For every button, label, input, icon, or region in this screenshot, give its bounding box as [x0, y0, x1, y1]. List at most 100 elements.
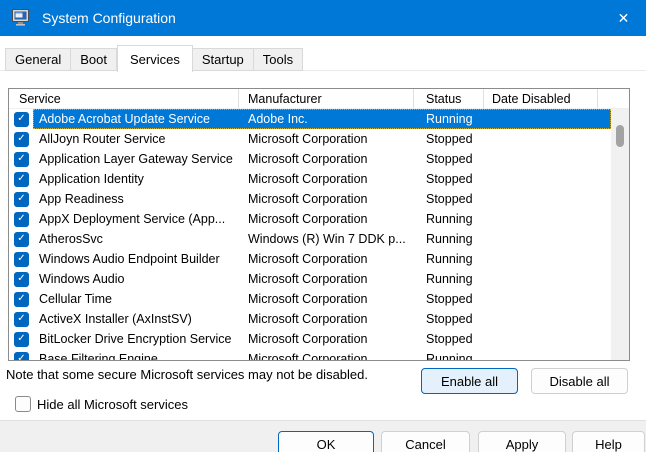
- cell-status: Stopped: [414, 152, 484, 166]
- msconfig-app-icon: [12, 9, 32, 27]
- table-row[interactable]: ✓ AllJoyn Router ServiceMicrosoft Corpora…: [9, 129, 629, 149]
- cell-status: Running: [414, 352, 484, 361]
- cell-service: ActiveX Installer (AxInstSV): [33, 312, 239, 326]
- tab-strip: GeneralBootServicesStartupTools: [5, 44, 303, 71]
- enable-all-button[interactable]: Enable all: [421, 368, 518, 394]
- table-row[interactable]: ✓ BitLocker Drive Encryption ServiceMicro…: [9, 329, 629, 349]
- service-checkbox[interactable]: ✓: [14, 232, 29, 247]
- checkmark-icon: ✓: [17, 274, 25, 284]
- service-checkbox[interactable]: ✓: [14, 192, 29, 207]
- service-checkbox[interactable]: ✓: [14, 152, 29, 167]
- row-body[interactable]: Windows AudioMicrosoft CorporationRunnin…: [33, 269, 611, 289]
- cell-status: Stopped: [414, 132, 484, 146]
- checkmark-icon: ✓: [17, 234, 25, 244]
- table-row[interactable]: ✓ AtherosSvcWindows (R) Win 7 DDK p...Run…: [9, 229, 629, 249]
- table-row[interactable]: ✓ Application Layer Gateway ServiceMicros…: [9, 149, 629, 169]
- column-header-service[interactable]: Service: [9, 89, 239, 108]
- cancel-button[interactable]: Cancel: [381, 431, 470, 452]
- checkbox-cell: ✓: [9, 132, 33, 147]
- cell-status: Running: [414, 112, 484, 126]
- ok-button[interactable]: OK: [278, 431, 374, 452]
- checkbox-cell: ✓: [9, 212, 33, 227]
- checkmark-icon: ✓: [17, 194, 25, 204]
- checkmark-icon: ✓: [17, 294, 25, 304]
- row-body[interactable]: Base Filtering EngineMicrosoft Corporati…: [33, 349, 611, 361]
- checkbox-cell: ✓: [9, 172, 33, 187]
- table-header: Service Manufacturer Status Date Disable…: [9, 89, 629, 109]
- cell-status: Running: [414, 212, 484, 226]
- table-row[interactable]: ✓ Base Filtering EngineMicrosoft Corporat…: [9, 349, 629, 361]
- table-row[interactable]: ✓ App ReadinessMicrosoft CorporationStopp…: [9, 189, 629, 209]
- cell-service: Cellular Time: [33, 292, 239, 306]
- vertical-scrollbar[interactable]: [611, 109, 629, 360]
- row-body[interactable]: AtherosSvcWindows (R) Win 7 DDK p...Runn…: [33, 229, 611, 249]
- cell-service: Application Layer Gateway Service: [33, 152, 239, 166]
- selected-row-body[interactable]: Adobe Acrobat Update ServiceAdobe Inc.Ru…: [33, 109, 611, 129]
- cell-service: Adobe Acrobat Update Service: [33, 112, 239, 126]
- help-button[interactable]: Help: [572, 431, 645, 452]
- service-checkbox[interactable]: ✓: [14, 272, 29, 287]
- row-body[interactable]: Application Layer Gateway ServiceMicroso…: [33, 149, 611, 169]
- checkbox-cell: ✓: [9, 312, 33, 327]
- tab-services[interactable]: Services: [117, 45, 193, 72]
- service-checkbox[interactable]: ✓: [14, 292, 29, 307]
- apply-button[interactable]: Apply: [478, 431, 566, 452]
- row-body[interactable]: Application IdentityMicrosoft Corporatio…: [33, 169, 611, 189]
- row-body[interactable]: ActiveX Installer (AxInstSV)Microsoft Co…: [33, 309, 611, 329]
- tab-startup[interactable]: Startup: [193, 48, 254, 71]
- hide-microsoft-services-checkbox[interactable]: [15, 396, 31, 412]
- row-body[interactable]: Windows Audio Endpoint BuilderMicrosoft …: [33, 249, 611, 269]
- checkbox-cell: ✓: [9, 292, 33, 307]
- table-row[interactable]: ✓ Cellular TimeMicrosoft CorporationStopp…: [9, 289, 629, 309]
- service-checkbox[interactable]: ✓: [14, 312, 29, 327]
- service-checkbox[interactable]: ✓: [14, 132, 29, 147]
- table-row[interactable]: ✓ Windows Audio Endpoint BuilderMicrosoft…: [9, 249, 629, 269]
- checkbox-cell: ✓: [9, 112, 33, 127]
- table-row[interactable]: ✓ Windows AudioMicrosoft CorporationRunni…: [9, 269, 629, 289]
- row-body[interactable]: AllJoyn Router ServiceMicrosoft Corporat…: [33, 129, 611, 149]
- table-row[interactable]: ✓ AppX Deployment Service (App...Microsof…: [9, 209, 629, 229]
- checkbox-cell: ✓: [9, 232, 33, 247]
- tab-boot[interactable]: Boot: [71, 48, 117, 71]
- checkmark-icon: ✓: [17, 174, 25, 184]
- table-row[interactable]: ✓ Application IdentityMicrosoft Corporati…: [9, 169, 629, 189]
- cell-status: Stopped: [414, 292, 484, 306]
- table-row[interactable]: ✓ ActiveX Installer (AxInstSV)Microsoft C…: [9, 309, 629, 329]
- row-body[interactable]: Cellular TimeMicrosoft CorporationStoppe…: [33, 289, 611, 309]
- tab-tools[interactable]: Tools: [254, 48, 303, 71]
- cell-manufacturer: Microsoft Corporation: [239, 192, 414, 206]
- disable-all-button[interactable]: Disable all: [531, 368, 628, 394]
- cell-status: Stopped: [414, 172, 484, 186]
- checkmark-icon: ✓: [17, 114, 25, 124]
- hide-microsoft-services-label: Hide all Microsoft services: [37, 397, 188, 412]
- checkmark-icon: ✓: [17, 314, 25, 324]
- table-row[interactable]: ✓ Adobe Acrobat Update ServiceAdobe Inc.R…: [9, 109, 629, 129]
- services-listbox: Service Manufacturer Status Date Disable…: [8, 88, 630, 361]
- cell-manufacturer: Microsoft Corporation: [239, 272, 414, 286]
- cell-service: AllJoyn Router Service: [33, 132, 239, 146]
- cell-status: Running: [414, 252, 484, 266]
- service-checkbox[interactable]: ✓: [14, 252, 29, 267]
- service-checkbox[interactable]: ✓: [14, 212, 29, 227]
- cell-manufacturer: Microsoft Corporation: [239, 212, 414, 226]
- row-body[interactable]: App ReadinessMicrosoft CorporationStoppe…: [33, 189, 611, 209]
- row-body[interactable]: BitLocker Drive Encryption ServiceMicros…: [33, 329, 611, 349]
- close-icon[interactable]: ✕: [601, 0, 646, 36]
- scrollbar-thumb[interactable]: [616, 125, 624, 147]
- cell-manufacturer: Microsoft Corporation: [239, 332, 414, 346]
- checkbox-cell: ✓: [9, 352, 33, 362]
- checkmark-icon: ✓: [17, 334, 25, 344]
- service-checkbox[interactable]: ✓: [14, 332, 29, 347]
- checkbox-cell: ✓: [9, 192, 33, 207]
- tab-general[interactable]: General: [5, 48, 71, 71]
- cell-status: Stopped: [414, 312, 484, 326]
- checkbox-cell: ✓: [9, 272, 33, 287]
- cell-manufacturer: Microsoft Corporation: [239, 172, 414, 186]
- service-checkbox[interactable]: ✓: [14, 352, 29, 362]
- column-header-manufacturer[interactable]: Manufacturer: [239, 89, 414, 108]
- column-header-status[interactable]: Status: [414, 89, 484, 108]
- service-checkbox[interactable]: ✓: [14, 112, 29, 127]
- column-header-date-disabled[interactable]: Date Disabled: [484, 89, 598, 108]
- row-body[interactable]: AppX Deployment Service (App...Microsoft…: [33, 209, 611, 229]
- service-checkbox[interactable]: ✓: [14, 172, 29, 187]
